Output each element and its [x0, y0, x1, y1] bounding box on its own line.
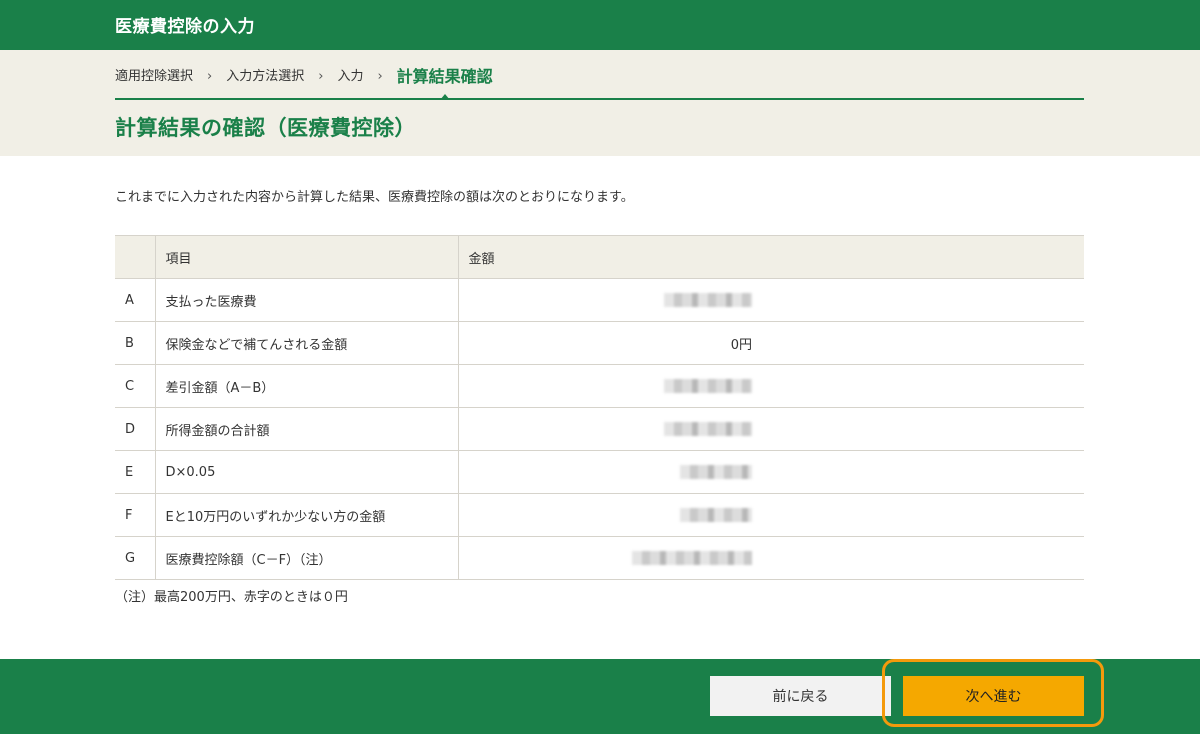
table-row: D 所得金額の合計額: [115, 407, 1084, 451]
row-key: B: [115, 321, 155, 365]
redacted-amount: [680, 508, 752, 522]
row-key: A: [115, 278, 155, 322]
redacted-amount: [664, 379, 752, 393]
chevron-right-icon: ›: [377, 69, 383, 84]
table-row: G 医療費控除額（C－F）（注）: [115, 536, 1084, 580]
intro-text: これまでに入力された内容から計算した結果、医療費控除の額は次のとおりになります。: [115, 190, 634, 205]
row-item: 所得金額の合計額: [154, 407, 458, 451]
row-item: 差引金額（A－B）: [154, 364, 458, 408]
table-header-key: [115, 235, 155, 279]
breadcrumb-step-2: 入力方法選択: [226, 69, 305, 84]
table-row: B 保険金などで補てんされる金額 0円: [115, 321, 1084, 365]
row-amount: 0円: [457, 321, 1084, 365]
row-key: C: [115, 364, 155, 408]
row-item: 支払った医療費: [154, 278, 458, 322]
row-item: 保険金などで補てんされる金額: [154, 321, 458, 365]
back-button[interactable]: 前に戻る: [710, 676, 891, 716]
row-amount: [457, 450, 1084, 494]
row-item: D×0.05: [154, 450, 458, 494]
footer-bar: 前に戻る 次へ進む: [0, 659, 1200, 734]
table-row: A 支払った医療費: [115, 278, 1084, 322]
footnote: （注）最高200万円、赤字のときは０円: [115, 590, 348, 605]
breadcrumb-step-current: 計算結果確認: [397, 65, 493, 100]
table-header-row: 項目 金額: [115, 235, 1084, 279]
result-table: 項目 金額 A 支払った医療費 B 保険金などで補てんされる金額 0円 C 差引…: [115, 235, 1084, 580]
breadcrumb: 適用控除選択 › 入力方法選択 › 入力 › 計算結果確認: [115, 65, 1084, 100]
table-header-item: 項目: [154, 235, 458, 279]
redacted-amount: [664, 422, 752, 436]
app-title: 医療費控除の入力: [115, 17, 255, 37]
table-row: F Eと10万円のいずれか少ない方の金額: [115, 493, 1084, 537]
redacted-amount: [632, 551, 752, 565]
row-amount: [457, 493, 1084, 537]
redacted-amount: [680, 465, 752, 479]
row-key: G: [115, 536, 155, 580]
next-button[interactable]: 次へ進む: [903, 676, 1084, 716]
table-header-amount: 金額: [457, 235, 1084, 279]
table-row: C 差引金額（A－B）: [115, 364, 1084, 408]
page-title: 計算結果の確認（医療費控除）: [115, 116, 416, 140]
table-row: E D×0.05: [115, 450, 1084, 494]
chevron-right-icon: ›: [318, 69, 324, 84]
redacted-amount: [664, 293, 752, 307]
row-amount: [457, 407, 1084, 451]
top-bar: 医療費控除の入力: [0, 0, 1200, 50]
chevron-right-icon: ›: [207, 69, 213, 84]
row-amount: [457, 278, 1084, 322]
row-item: Eと10万円のいずれか少ない方の金額: [154, 493, 458, 537]
row-key: D: [115, 407, 155, 451]
row-key: F: [115, 493, 155, 537]
row-item: 医療費控除額（C－F）（注）: [154, 536, 458, 580]
row-key: E: [115, 450, 155, 494]
row-amount: [457, 536, 1084, 580]
row-amount: [457, 364, 1084, 408]
breadcrumb-step-1: 適用控除選択: [115, 69, 194, 84]
header-band: 適用控除選択 › 入力方法選択 › 入力 › 計算結果確認 計算結果の確認（医療…: [0, 50, 1200, 156]
breadcrumb-step-3: 入力: [337, 69, 364, 84]
